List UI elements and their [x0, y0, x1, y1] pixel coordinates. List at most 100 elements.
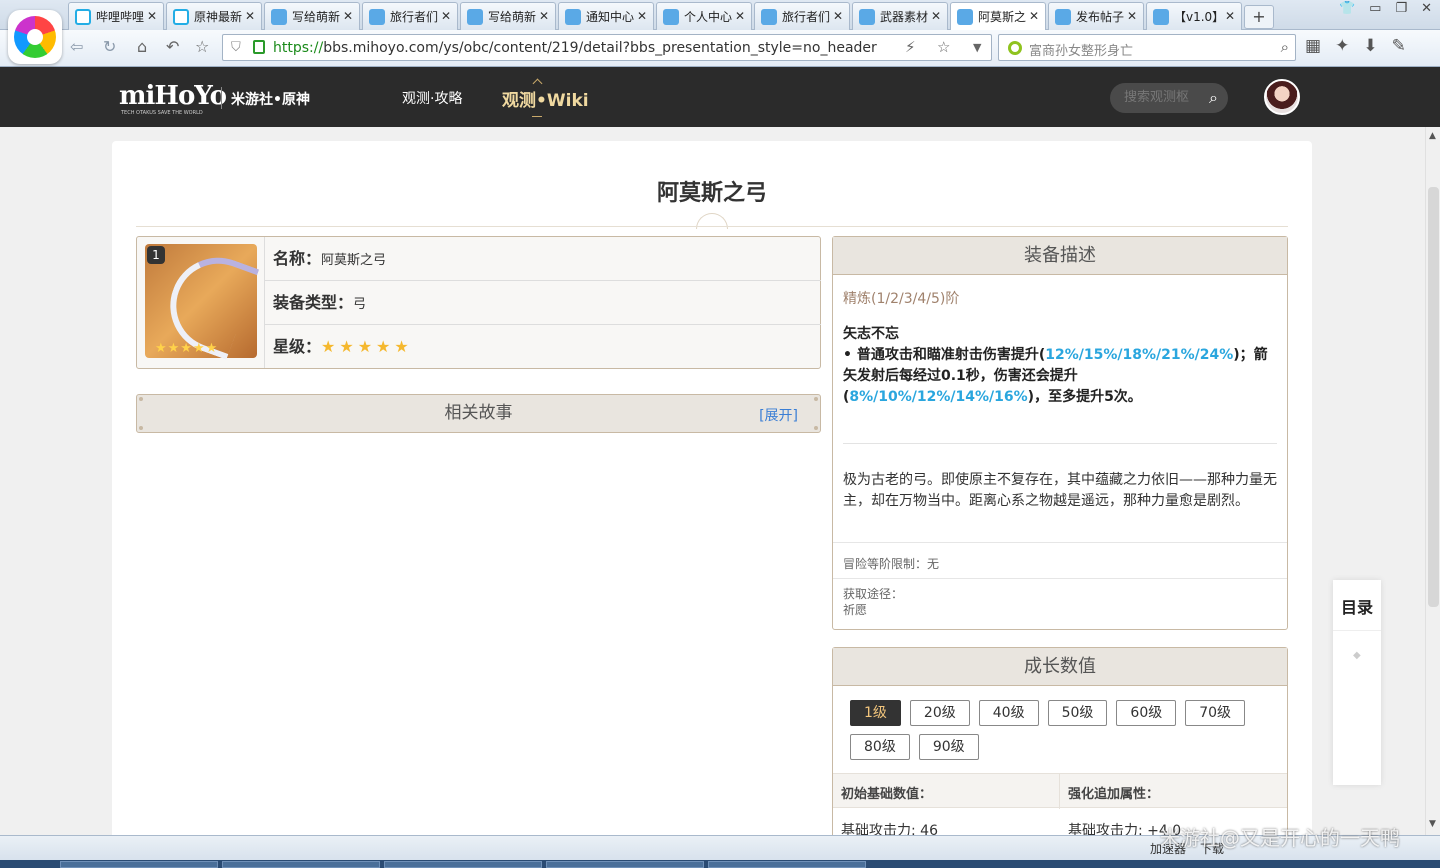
mihoyo-icon — [369, 8, 385, 25]
skin-icon[interactable]: 👕 — [1339, 0, 1355, 18]
tools-icon[interactable]: ✎ — [1392, 36, 1406, 56]
page-title: 阿莫斯之弓 — [656, 181, 767, 206]
new-tab-button[interactable]: + — [1244, 5, 1274, 29]
tab-title: 旅行者们 — [390, 10, 439, 24]
divider — [221, 87, 222, 109]
restore-icon[interactable]: ❐ — [1395, 0, 1407, 18]
close-icon[interactable]: ✕ — [245, 9, 255, 23]
bookmark-star-icon[interactable]: ☆ — [937, 38, 950, 56]
close-icon[interactable]: ✕ — [1127, 9, 1137, 23]
level-button[interactable]: 50级 — [1047, 700, 1108, 726]
download-icon[interactable]: ⬇ — [1363, 36, 1377, 56]
search-engine-icon — [1008, 41, 1022, 55]
browser-tab[interactable]: 发布帖子 ✕ — [1048, 2, 1144, 30]
browser-tab[interactable]: 写给萌新 ✕ — [460, 2, 556, 30]
expand-link[interactable]: [展开] — [759, 405, 798, 425]
close-icon[interactable]: ✕ — [735, 9, 745, 23]
level-button[interactable]: 80级 — [850, 734, 910, 760]
close-icon[interactable]: ✕ — [931, 9, 941, 23]
mihoyo-icon — [271, 8, 287, 25]
rarity-stars-image: ★★★★★ — [155, 341, 219, 356]
level-button[interactable]: 40级 — [978, 700, 1039, 726]
browser-tab[interactable]: 写给萌新 ✕ — [264, 2, 360, 30]
mihoyo-icon — [663, 8, 679, 25]
level-button[interactable]: 20级 — [909, 700, 970, 726]
site-name[interactable]: 米游社•原神 — [231, 89, 310, 109]
description-panel: 装备描述 精炼(1/2/3/4/5)阶 矢志不忘 • 普通攻击和瞄准射击伤害提升… — [832, 236, 1288, 630]
url-text: https://bbs.mihoyo.com/ys/obc/content/21… — [273, 40, 877, 56]
close-icon[interactable]: ✕ — [833, 9, 843, 23]
site-search-input[interactable]: 搜索观测枢 ⌕ — [1110, 83, 1228, 113]
name-value: 阿莫斯之弓 — [321, 253, 387, 268]
address-bar[interactable]: ⛉ https://bbs.mihoyo.com/ys/obc/content/… — [222, 34, 992, 61]
close-icon[interactable]: ✕ — [637, 9, 647, 23]
refresh-icon[interactable]: ↻ — [103, 37, 116, 56]
level-button[interactable]: 70级 — [1185, 700, 1246, 726]
browser-logo[interactable] — [8, 10, 62, 64]
title-divider — [136, 226, 1288, 227]
lore-text: 极为古老的弓。即使原主不复存在，其中蕴藏之力依旧——那种力量无主，却在万物当中。… — [843, 472, 1277, 509]
browser-tab[interactable]: 哔哩哔哩 ✕ — [68, 2, 164, 30]
close-icon[interactable]: ✕ — [1029, 9, 1039, 23]
search-icon[interactable]: ⌕ — [1209, 83, 1218, 113]
level-button[interactable]: 1级 — [850, 700, 901, 726]
close-window-icon[interactable]: ✕ — [1421, 0, 1432, 18]
rarity-label: 星级： — [273, 337, 322, 356]
browser-tab[interactable]: 阿莫斯之 ✕ — [950, 2, 1046, 30]
scroll-down-icon[interactable]: ▼ — [1429, 819, 1436, 829]
scrollbar-thumb[interactable] — [1428, 187, 1439, 607]
level-button[interactable]: 90级 — [918, 734, 979, 760]
favorite-icon[interactable]: ☆ — [195, 37, 209, 56]
bilibili-icon — [75, 8, 91, 25]
stat-table-header: 初始基础数值： 强化追加属性： — [833, 773, 1287, 809]
browser-tab[interactable]: 旅行者们 ✕ — [754, 2, 850, 30]
grid-icon[interactable]: ▦ — [1305, 36, 1321, 56]
browser-tab[interactable]: 旅行者们 ✕ — [362, 2, 458, 30]
nav-guides[interactable]: 观测·攻略 — [402, 88, 462, 108]
content-card: 阿莫斯之弓 1 ★★★★★ 名称：阿莫斯之弓 装备类型：弓 星级：★★★★★ 相… — [112, 141, 1312, 847]
tab-strip: 哔哩哔哩 ✕ 原神最新 ✕ 写给萌新 ✕ 旅行者们 ✕ 写给萌新 ✕ 通知中心 ✕ 个人中心 ✕ 旅行者们 ✕… — [68, 2, 1274, 30]
browser-tab-bar: 哔哩哔哩 ✕ 原神最新 ✕ 写给萌新 ✕ 旅行者们 ✕ 写给萌新 ✕ 通知中心 ✕ 个人中心 ✕ 旅行者们 ✕… — [0, 0, 1440, 30]
toc-dot-icon: ◆ — [1353, 650, 1361, 661]
name-label: 名称： — [273, 249, 322, 268]
close-icon[interactable]: ✕ — [441, 9, 451, 23]
divider — [833, 578, 1287, 579]
nav-wiki[interactable]: 观测•Wiki — [502, 86, 589, 117]
home-icon[interactable]: ⌂ — [137, 37, 147, 56]
passive-name: 矢志不忘 — [843, 326, 899, 342]
minimize-icon[interactable]: ▭ — [1369, 0, 1381, 18]
taskbar — [0, 860, 1440, 868]
level-button[interactable]: 60级 — [1116, 700, 1177, 726]
col-ascend: 强化追加属性： — [1068, 787, 1160, 802]
refine-label: 精炼(1/2/3/4/5)阶 — [843, 291, 960, 307]
scrollbar[interactable]: ▲ ▼ — [1425, 127, 1440, 835]
undo-close-icon[interactable]: ↶ — [166, 37, 179, 56]
lock-icon — [253, 40, 265, 54]
back-icon[interactable]: ⇦ — [70, 37, 83, 56]
search-icon[interactable]: ⌕ — [1281, 38, 1289, 56]
extension-icon[interactable]: ✦ — [1335, 36, 1349, 56]
browser-tab[interactable]: 【v1.0】 ✕ — [1146, 2, 1242, 30]
lightning-icon[interactable]: ⚡ — [905, 38, 916, 56]
browser-tab[interactable]: 个人中心 ✕ — [656, 2, 752, 30]
story-header: 相关故事 — [444, 403, 513, 423]
toc-panel[interactable]: 目录 ◆ — [1333, 580, 1381, 785]
close-icon[interactable]: ✕ — [539, 9, 549, 23]
browser-tab[interactable]: 通知中心 ✕ — [558, 2, 654, 30]
browser-tab[interactable]: 原神最新 ✕ — [166, 2, 262, 30]
close-icon[interactable]: ✕ — [147, 9, 157, 23]
scroll-up-icon[interactable]: ▲ — [1429, 131, 1436, 141]
mihoyo-icon — [1153, 8, 1169, 25]
avatar[interactable] — [1264, 79, 1300, 115]
close-icon[interactable]: ✕ — [1225, 9, 1235, 23]
browser-search-box[interactable]: 富商孙女整形身亡 ⌕ — [998, 34, 1296, 61]
browser-tab[interactable]: 武器素材 ✕ — [852, 2, 948, 30]
ar-limit: 冒险等阶限制：无 — [843, 557, 940, 571]
search-text: 富商孙女整形身亡 — [1029, 44, 1134, 59]
close-icon[interactable]: ✕ — [343, 9, 353, 23]
mihoyo-logo[interactable]: miHoYo TECH OTAKUS SAVE THE WORLD — [119, 81, 227, 116]
shield-icon: ⛉ — [231, 40, 241, 55]
info-row-rarity: 星级：★★★★★ — [265, 325, 821, 369]
chevron-down-icon[interactable]: ▼ — [973, 41, 981, 54]
browser-nav-bar: ⇦ ↻ ⌂ ↶ ☆ ⛉ https://bbs.mihoyo.com/ys/ob… — [0, 30, 1440, 67]
